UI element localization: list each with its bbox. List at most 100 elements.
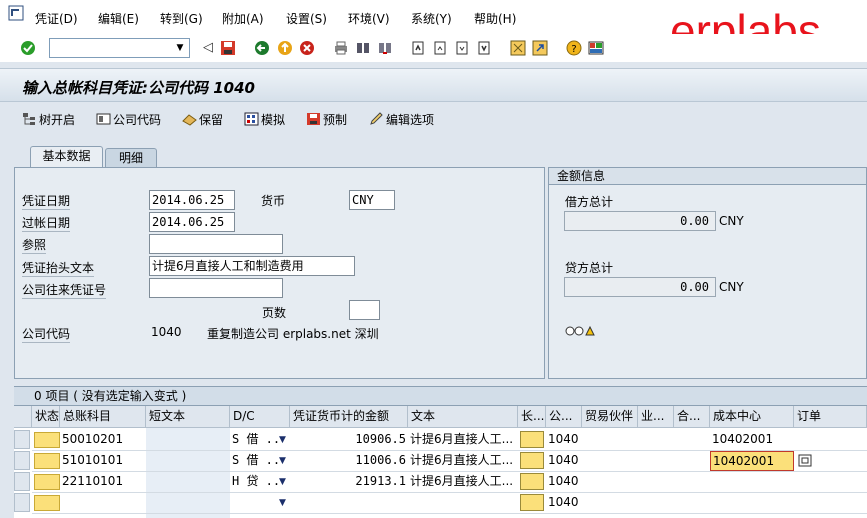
col-cost-center[interactable]: 成本中心 [710,406,794,428]
amount-info-title: 金额信息 [549,168,866,185]
col-short-text[interactable]: 短文本 [146,406,230,428]
help-icon[interactable]: ? [566,40,582,56]
menu-goto[interactable]: 转到(G) [160,10,203,27]
amount-cell[interactable]: 10906.5 [290,430,408,450]
long-text-icon[interactable] [520,452,544,469]
next-page-icon[interactable] [454,40,470,56]
row-divider [32,471,867,472]
menu-document[interactable]: 凭证(D) [35,10,78,27]
cost-center-cell[interactable] [710,472,794,492]
row-selector[interactable] [14,472,30,491]
print-icon[interactable] [333,40,349,56]
tree-on-button[interactable]: 树开启 [22,112,75,128]
text-cell[interactable]: 计提6月直接人工... [408,430,518,450]
reference-field[interactable] [149,234,283,254]
company-cell[interactable]: 1040 [546,451,582,471]
company-cell[interactable]: 1040 [546,430,582,450]
save-icon[interactable] [220,40,236,56]
long-text-icon[interactable] [520,494,544,511]
row-selector[interactable] [14,493,30,512]
find-next-icon[interactable] [377,40,393,56]
col-trading-partner[interactable]: 贸易伙伴 [582,406,638,428]
company-code-button[interactable]: 公司代码 [96,112,161,128]
items-table: 状态 总账科目 短文本 D/C 凭证货币计的金额 文本 长... 公... 贸易… [14,406,867,518]
header-text-label: 凭证抬头文本 [22,261,95,277]
gl-account-cell[interactable] [60,493,146,513]
menu-help[interactable]: 帮助(H) [474,10,516,27]
back-arrow-icon[interactable]: ◁ [200,40,216,56]
cancel-icon[interactable] [299,40,315,56]
menu-system[interactable]: 系统(Y) [411,10,452,27]
gl-account-cell[interactable]: 22110101 [60,472,146,492]
sap-menu-icon[interactable] [8,5,24,21]
find-icon[interactable] [355,40,371,56]
company-cell[interactable]: 1040 [546,472,582,492]
row-divider [32,450,867,451]
page-count-field[interactable] [349,300,380,320]
text-cell[interactable]: 计提6月直接人工... [408,472,518,492]
tab-basic-data[interactable]: 基本数据 [30,146,103,168]
currency-field[interactable]: CNY [349,190,395,210]
col-status[interactable]: 状态 [32,406,60,428]
check-icon[interactable] [20,40,36,56]
gl-account-cell[interactable]: 50010201 [60,430,146,450]
cost-center-cell-active[interactable]: 10402001 [710,451,794,471]
first-page-icon[interactable] [410,40,426,56]
col-business-area[interactable]: 业... [638,406,674,428]
short-text-column-bg [146,428,230,518]
park-button[interactable]: 预制 [306,112,347,128]
company-code-label: 公司代码 [113,113,162,127]
layout-icon[interactable] [588,40,604,56]
select-all-corner[interactable] [14,406,32,428]
chevron-down-icon[interactable]: ▼ [279,477,286,487]
row-selector[interactable] [14,430,30,449]
doc-date-field[interactable]: 2014.06.25 [149,190,235,210]
chevron-down-icon[interactable]: ▼ [279,435,286,445]
text-cell[interactable] [408,493,518,513]
exit-icon[interactable] [277,40,293,56]
long-text-icon[interactable] [520,431,544,448]
row-selector[interactable] [14,451,30,470]
text-cell[interactable]: 计提6月直接人工... [408,451,518,471]
amount-cell[interactable]: 21913.1 [290,472,408,492]
simulate-button[interactable]: 模拟 [244,112,285,128]
last-page-icon[interactable] [476,40,492,56]
col-amount[interactable]: 凭证货币计的金额 [290,406,408,428]
col-text[interactable]: 文本 [408,406,518,428]
header-text-field[interactable]: 计提6月直接人工和制造费用 [149,256,355,276]
col-company[interactable]: 公... [546,406,582,428]
amount-cell[interactable] [290,493,408,513]
col-dc[interactable]: D/C [230,406,290,428]
col-contract[interactable]: 合... [674,406,710,428]
gl-account-cell[interactable]: 51010101 [60,451,146,471]
posting-date-field[interactable]: 2014.06.25 [149,212,235,232]
menu-environment[interactable]: 环境(V) [348,10,390,27]
tree-icon [23,113,35,125]
hold-button[interactable]: 保留 [182,112,223,128]
chevron-down-icon[interactable]: ▼ [279,498,286,508]
tab-details[interactable]: 明细 [105,148,157,168]
back-icon[interactable] [254,40,270,56]
chevron-down-icon[interactable]: ▼ [279,456,286,466]
debit-total-label: 借方总计 [565,195,614,209]
status-icon [34,432,60,448]
col-long-text[interactable]: 长... [518,406,546,428]
cost-center-cell[interactable]: 10402001 [710,430,794,450]
col-order[interactable]: 订单 [794,406,867,428]
long-text-icon[interactable] [520,473,544,490]
row-divider [32,492,867,493]
prev-page-icon[interactable] [432,40,448,56]
command-field[interactable]: ▼ [49,38,190,58]
create-session-icon[interactable] [510,40,526,56]
company-cell[interactable]: 1040 [546,493,582,513]
menu-extras[interactable]: 附加(A) [222,10,264,27]
menu-settings[interactable]: 设置(S) [286,10,327,27]
col-gl-account[interactable]: 总账科目 [60,406,146,428]
shortcut-icon[interactable] [532,40,548,56]
amount-cell[interactable]: 11006.6 [290,451,408,471]
menu-edit[interactable]: 编辑(E) [98,10,139,27]
value-help-icon[interactable] [798,454,812,467]
chevron-down-icon[interactable]: ▼ [173,41,187,55]
trading-partner-field[interactable] [149,278,283,298]
editing-options-button[interactable]: 编辑选项 [369,112,434,128]
